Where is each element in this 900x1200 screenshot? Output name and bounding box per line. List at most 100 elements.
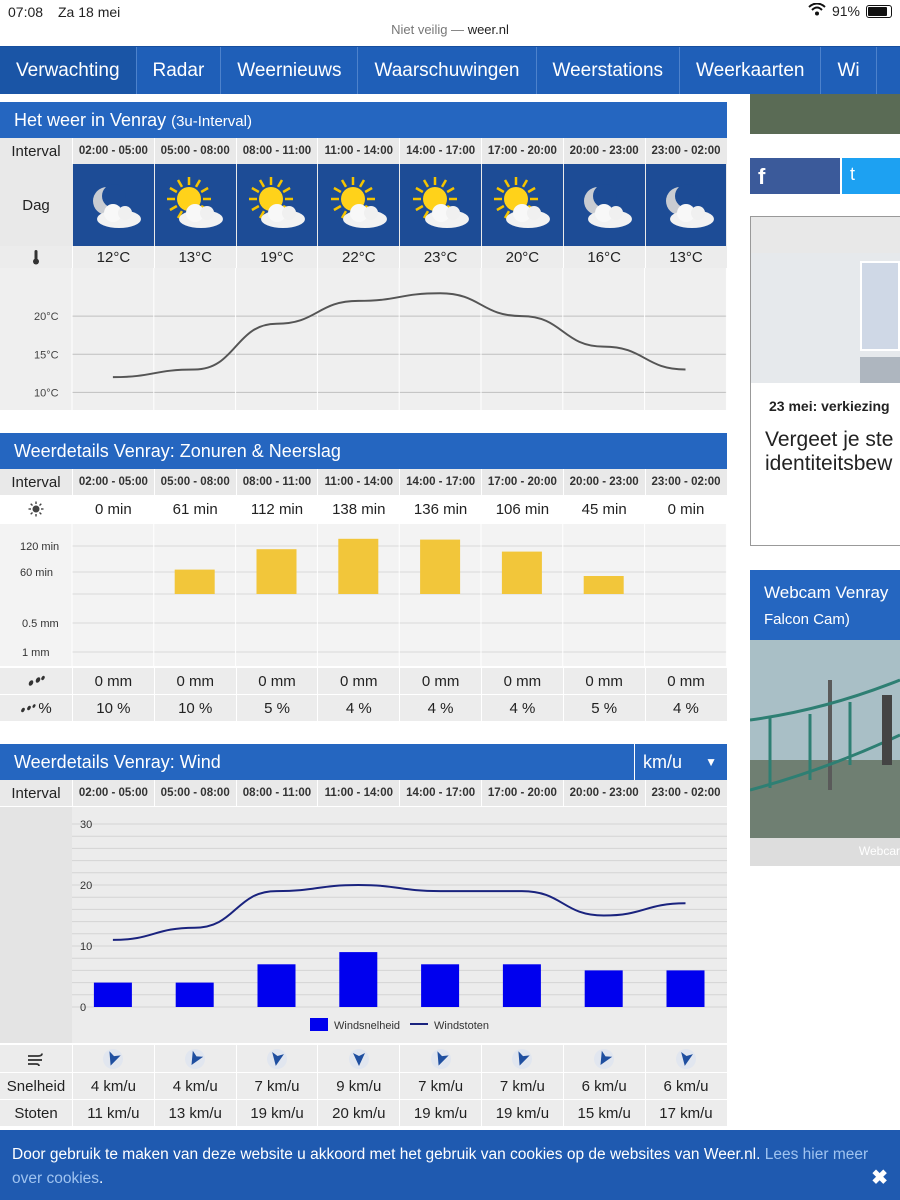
wind-speed-cell: 4 km/u bbox=[153, 1073, 236, 1099]
webcam-header: Webcam Venray Falcon Cam) bbox=[750, 570, 900, 640]
wind-icon bbox=[0, 1045, 72, 1072]
wind-direction-cell bbox=[153, 1045, 236, 1072]
wind-gust-cell: 19 km/u bbox=[399, 1100, 481, 1126]
sun-minutes-cell: 61 min bbox=[153, 496, 236, 522]
wifi-icon bbox=[808, 2, 826, 19]
y-tick-label: 15°C bbox=[34, 349, 59, 361]
chevron-down-icon: ▼ bbox=[705, 755, 717, 769]
sun-icon bbox=[0, 496, 72, 522]
wind-arrow-icon bbox=[103, 1048, 124, 1069]
y-tick-label: 1 mm bbox=[22, 647, 50, 659]
status-right: 91% bbox=[808, 2, 892, 19]
webcam-footer: Webcar bbox=[750, 838, 900, 866]
weather-icon-cell bbox=[72, 164, 154, 246]
sunshine-chart-svg: 120 min 60 min 0.5 mm 1 mm bbox=[20, 524, 727, 666]
webcam-widget[interactable]: Webcam Venray Falcon Cam) Webcar bbox=[750, 570, 900, 866]
battery-icon bbox=[866, 4, 892, 18]
temp-cell: 13°C bbox=[153, 246, 236, 268]
sun-minutes-cell: 0 min bbox=[644, 496, 727, 522]
wind-gust-cell: 19 km/u bbox=[235, 1100, 318, 1126]
weather-subtitle: (3u-Interval) bbox=[171, 113, 252, 130]
nav-weerstations[interactable]: Weerstations bbox=[537, 47, 681, 94]
interval-cell: 05:00 - 08:00 bbox=[153, 138, 236, 164]
rain-row: 0 mm 0 mm 0 mm 0 mm 0 mm 0 mm 0 mm 0 mm bbox=[0, 668, 727, 694]
wind-direction-cell bbox=[644, 1045, 727, 1072]
cookie-text: Door gebruik te maken van deze website u… bbox=[12, 1146, 761, 1163]
interval-label: Interval bbox=[11, 473, 61, 491]
rain-chance-cell: 4 % bbox=[317, 695, 399, 721]
webcam-title: Webcam Venray bbox=[764, 583, 889, 602]
wind-speed-cell: 7 km/u bbox=[235, 1073, 318, 1099]
nav-verwachting[interactable]: Verwachting bbox=[0, 47, 137, 94]
day-row: Dag bbox=[0, 164, 727, 246]
temp-cell: 13°C bbox=[644, 246, 727, 268]
news-ad-headline-line: Vergeet je ste bbox=[765, 428, 894, 451]
unit-select-value: km/u bbox=[643, 752, 683, 772]
nav-more[interactable]: Wi bbox=[821, 47, 877, 94]
y-tick-label: 120 min bbox=[20, 541, 59, 553]
wind-direction-cell bbox=[235, 1045, 318, 1072]
facebook-icon: f bbox=[758, 164, 766, 189]
wind-chart: 30 20 10 0 Windsnelheid Windstoten bbox=[0, 807, 727, 1043]
wind-panel-title: Weerdetails Venray: Wind bbox=[0, 744, 634, 780]
nav-waarschuwingen[interactable]: Waarschuwingen bbox=[358, 47, 537, 94]
temp-cell: 12°C bbox=[72, 246, 154, 268]
rain-mm-cell: 0 mm bbox=[399, 668, 481, 694]
weather-icon-cell bbox=[153, 164, 236, 246]
sun-cloud-icon bbox=[330, 177, 387, 228]
webcam-image[interactable] bbox=[750, 640, 900, 838]
wind-speed-label: Snelheid bbox=[6, 1077, 66, 1095]
weather-icon-cell bbox=[480, 164, 563, 246]
temp-cell: 19°C bbox=[235, 246, 318, 268]
webcam-subtitle: Falcon Cam) bbox=[764, 611, 850, 628]
rain-chance-cell: 4 % bbox=[644, 695, 727, 721]
interval-cell: 14:00 - 17:00 bbox=[399, 780, 481, 806]
nav-weernieuws[interactable]: Weernieuws bbox=[221, 47, 359, 94]
wind-direction-cell bbox=[399, 1045, 481, 1072]
wind-speed-bar bbox=[175, 982, 214, 1007]
details-panel-title: Weerdetails Venray: Zonuren & Neerslag bbox=[0, 433, 727, 469]
news-ad[interactable]: 23 mei: verkiezing Vergeet je ste identi… bbox=[750, 216, 900, 546]
twitter-button[interactable]: t bbox=[842, 158, 900, 194]
url-bar[interactable]: Niet veilig — weer.nl bbox=[0, 22, 900, 46]
map-thumbnail[interactable] bbox=[750, 94, 900, 134]
interval-cell: 08:00 - 11:00 bbox=[235, 780, 318, 806]
wind-speed-cell: 9 km/u bbox=[317, 1073, 399, 1099]
interval-cell: 08:00 - 11:00 bbox=[235, 469, 318, 495]
weather-icon-cell bbox=[235, 164, 318, 246]
social-buttons: f t bbox=[750, 158, 900, 194]
wind-arrow-icon bbox=[266, 1048, 287, 1069]
wind-gust-cell: 11 km/u bbox=[72, 1100, 154, 1126]
wind-speed-bar bbox=[502, 964, 541, 1007]
close-icon[interactable]: ✖ bbox=[871, 1166, 888, 1190]
rain-chance-cell: 4 % bbox=[399, 695, 481, 721]
rain-icon bbox=[0, 668, 72, 694]
interval-cell: 02:00 - 05:00 bbox=[72, 138, 154, 164]
interval-cell: 02:00 - 05:00 bbox=[72, 780, 154, 806]
temp-cell: 16°C bbox=[562, 246, 645, 268]
rain-chance-unit: % bbox=[38, 699, 52, 717]
interval-cell: 11:00 - 14:00 bbox=[317, 780, 399, 806]
sun-cloud-icon bbox=[412, 177, 469, 228]
weather-icon-cell bbox=[644, 164, 727, 246]
facebook-button[interactable]: f bbox=[750, 158, 840, 194]
nav-weerkaarten[interactable]: Weerkaarten bbox=[680, 47, 822, 94]
sunshine-bar bbox=[583, 576, 624, 594]
sunshine-row: 0 min 61 min 112 min 138 min 136 min 106… bbox=[0, 496, 727, 522]
interval-cell: 17:00 - 20:00 bbox=[480, 138, 563, 164]
interval-label: Interval bbox=[11, 784, 61, 802]
news-ad-header bbox=[751, 217, 900, 253]
rain-mm-cell: 0 mm bbox=[235, 668, 318, 694]
status-bar: 07:08 Za 18 mei 91% bbox=[0, 0, 900, 22]
legend-label-gust: Windstoten bbox=[434, 1020, 489, 1032]
thermometer-icon bbox=[0, 246, 72, 268]
unit-select[interactable]: km/u ▼ bbox=[634, 744, 727, 780]
sunshine-bar bbox=[420, 539, 461, 594]
temp-cell: 20°C bbox=[480, 246, 563, 268]
interval-cell: 08:00 - 11:00 bbox=[235, 138, 318, 164]
interval-label: Interval bbox=[11, 142, 61, 160]
wind-speed-cell: 6 km/u bbox=[644, 1073, 727, 1099]
nav-radar[interactable]: Radar bbox=[137, 47, 222, 94]
wind-arrow-icon bbox=[430, 1048, 451, 1069]
sun-minutes-cell: 106 min bbox=[480, 496, 563, 522]
